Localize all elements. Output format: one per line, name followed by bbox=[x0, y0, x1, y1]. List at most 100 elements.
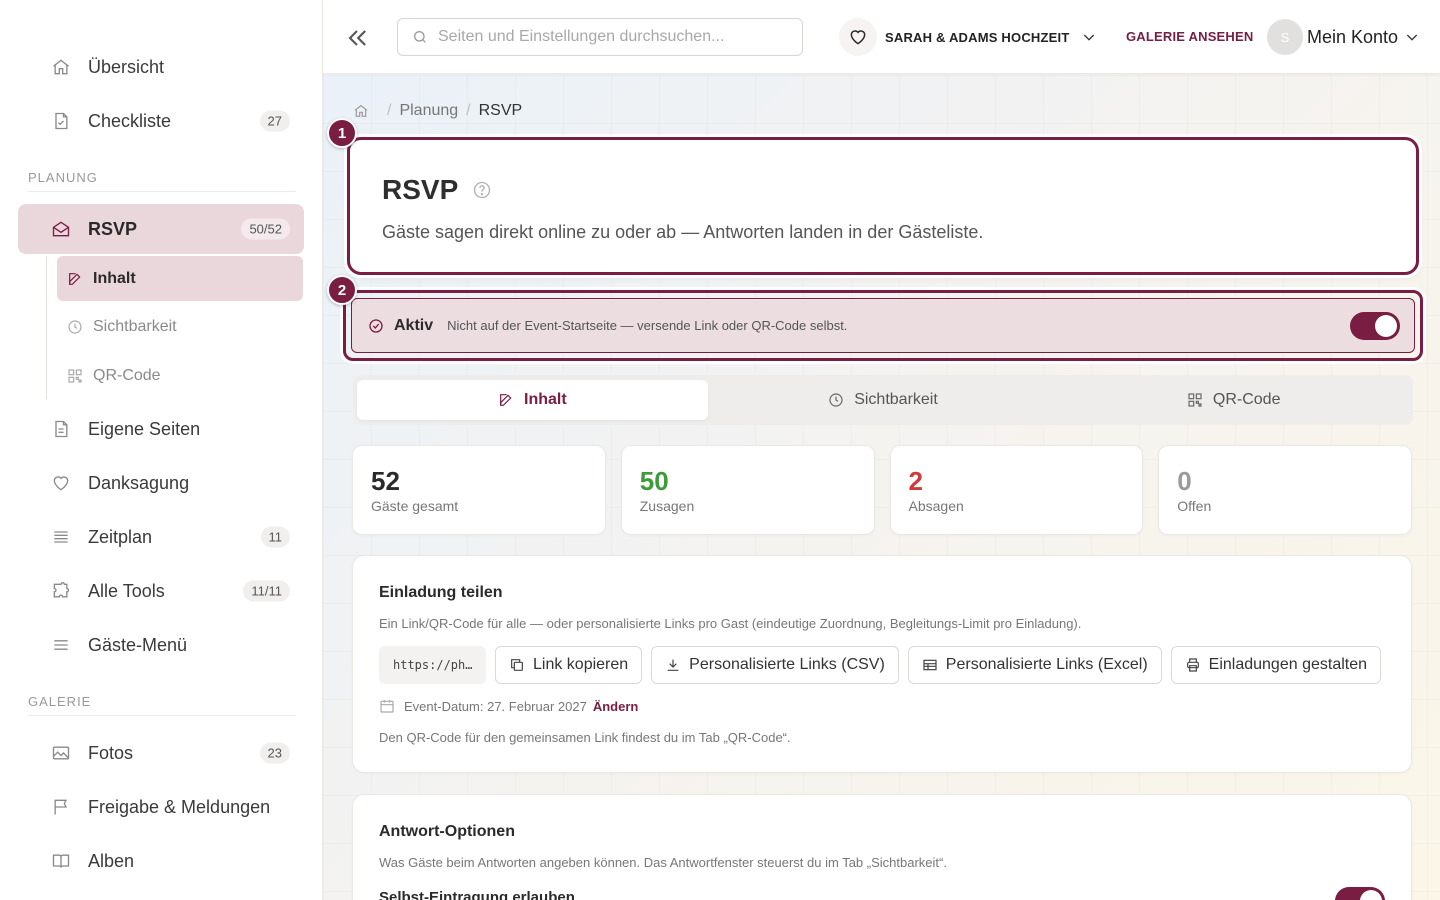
avatar: S bbox=[1267, 19, 1303, 55]
flag-icon bbox=[50, 796, 72, 818]
check-circle-icon bbox=[369, 318, 383, 333]
stat-caption: Offen bbox=[1177, 498, 1212, 514]
copy-link-button[interactable]: Link kopieren bbox=[495, 646, 643, 684]
sidebar-subitem-label: QR-Code bbox=[93, 367, 161, 384]
tab-qr-code[interactable]: QR-Code bbox=[1058, 380, 1409, 420]
stat-card-total: 52 Gäste gesamt bbox=[352, 445, 606, 535]
clock-icon bbox=[829, 393, 843, 407]
calendar-icon bbox=[380, 700, 394, 713]
edit-icon bbox=[500, 394, 512, 406]
sidebar-item-eigene-seiten[interactable]: Eigene Seiten bbox=[18, 402, 304, 456]
stat-value: 2 bbox=[908, 466, 923, 496]
stat-value: 52 bbox=[371, 466, 400, 496]
sidebar-subitem-qr-code[interactable]: QR-Code bbox=[57, 353, 303, 399]
view-gallery-link[interactable]: GALERIE ANSEHEN bbox=[1126, 29, 1253, 44]
search-icon bbox=[412, 29, 428, 45]
sidebar-subitem-label: Inhalt bbox=[93, 269, 136, 287]
sidebar-item-rsvp[interactable]: RSVP 50/52 bbox=[18, 204, 304, 254]
sidebar-item-label: Fotos bbox=[88, 742, 134, 763]
count-badge: 50/52 bbox=[241, 218, 290, 240]
collapse-sidebar-button[interactable] bbox=[343, 24, 371, 52]
menu-icon bbox=[50, 634, 72, 656]
main-content: / Planung / RSVP RSVP Gäste sagen direkt… bbox=[323, 75, 1440, 900]
sidebar-item-gaeste-menue[interactable]: Gäste-Menü bbox=[18, 618, 304, 672]
heart-icon bbox=[50, 472, 72, 494]
sidebar-item-label: Eigene Seiten bbox=[88, 418, 201, 439]
invitation-url[interactable]: https://ph… bbox=[379, 646, 486, 684]
sidebar-item-danksagung[interactable]: Danksagung bbox=[18, 456, 304, 510]
export-excel-button[interactable]: Personalisierte Links (Excel) bbox=[907, 646, 1162, 684]
stat-caption: Gäste gesamt bbox=[371, 498, 459, 514]
top-bar: SARAH & ADAMS HOCHZEIT GALERIE ANSEHEN S… bbox=[323, 0, 1440, 74]
sidebar-item-freigabe-meldungen[interactable]: Freigabe & Meldungen bbox=[18, 780, 304, 834]
printer-icon bbox=[1186, 658, 1199, 672]
heart-icon bbox=[839, 18, 877, 56]
count-badge: 27 bbox=[259, 110, 290, 132]
card-description: Ein Link/QR-Code für alle — oder persona… bbox=[379, 616, 1082, 631]
home-icon bbox=[50, 56, 72, 78]
page-description: Gäste sagen direkt online zu oder ab — A… bbox=[382, 222, 984, 242]
tab-label: Sichtbarkeit bbox=[854, 391, 938, 408]
search-field[interactable] bbox=[397, 18, 803, 56]
design-invitations-button[interactable]: Einladungen gestalten bbox=[1170, 646, 1382, 684]
account-menu[interactable]: S Mein Konto bbox=[1267, 19, 1420, 55]
home-icon[interactable] bbox=[353, 103, 369, 119]
sidebar-item-label: RSVP bbox=[88, 218, 138, 239]
card-description: Was Gäste beim Antworten angeben können.… bbox=[379, 855, 947, 870]
step-marker-2: 2 bbox=[327, 275, 357, 305]
sidebar-subitem-inhalt[interactable]: Inhalt bbox=[57, 256, 303, 301]
document-check-icon bbox=[50, 110, 72, 132]
sidebar-item-label: Zeitplan bbox=[88, 526, 153, 547]
breadcrumb-current: RSVP bbox=[478, 102, 523, 119]
self-registration-label: Selbst-Eintragung erlauben bbox=[379, 889, 575, 900]
tab-label: Inhalt bbox=[524, 391, 567, 408]
button-label: Personalisierte Links (CSV) bbox=[689, 656, 885, 673]
change-date-link[interactable]: Ändern bbox=[593, 699, 639, 714]
qr-code-hint: Den QR-Code für den gemeinsamen Link fin… bbox=[379, 730, 791, 745]
sidebar-item-label: Gäste-Menü bbox=[88, 634, 188, 655]
copy-icon bbox=[511, 659, 523, 671]
stats-row: 52 Gäste gesamt 50 Zusagen 2 Absagen 0 O… bbox=[352, 445, 1412, 535]
event-name: SARAH & ADAMS HOCHZEIT bbox=[885, 29, 1070, 45]
tab-sichtbarkeit[interactable]: Sichtbarkeit bbox=[708, 380, 1059, 420]
breadcrumb-planung[interactable]: Planung bbox=[399, 102, 458, 120]
stat-card-accepted: 50 Zusagen bbox=[620, 445, 875, 535]
rsvp-active-toggle[interactable] bbox=[1350, 311, 1400, 340]
event-date-row: Event-Datum: 27. Februar 2027 Ändern bbox=[379, 698, 638, 714]
event-switcher[interactable]: SARAH & ADAMS HOCHZEIT bbox=[839, 18, 1097, 56]
search-input[interactable] bbox=[438, 28, 778, 46]
qr-code-icon bbox=[67, 368, 83, 384]
sidebar-item-alben[interactable]: Alben bbox=[18, 834, 304, 888]
sidebar-item-checkliste[interactable]: Checkliste 27 bbox=[18, 94, 304, 148]
sidebar-item-fotos[interactable]: Fotos 23 bbox=[18, 726, 304, 780]
stat-card-declined: 2 Absagen bbox=[889, 445, 1144, 535]
sidebar-item-label: Alben bbox=[88, 850, 135, 871]
tab-label: QR-Code bbox=[1212, 391, 1281, 408]
tab-inhalt[interactable]: Inhalt bbox=[357, 380, 708, 420]
help-icon[interactable] bbox=[472, 180, 492, 200]
list-icon bbox=[50, 526, 72, 548]
export-csv-button[interactable]: Personalisierte Links (CSV) bbox=[651, 646, 899, 684]
self-registration-toggle[interactable] bbox=[1335, 887, 1385, 900]
share-actions: https://ph… Link kopieren Personalisiert… bbox=[379, 646, 1382, 684]
sidebar-item-alle-tools[interactable]: Alle Tools 11/11 bbox=[18, 564, 304, 618]
button-label: Einladungen gestalten bbox=[1208, 656, 1368, 673]
rsvp-sub-navigation: Inhalt Sichtbarkeit QR-Code bbox=[46, 256, 322, 399]
sidebar-item-zeitplan[interactable]: Zeitplan 11 bbox=[18, 510, 304, 564]
section-label-galerie: GALERIE bbox=[28, 694, 296, 716]
qr-code-icon bbox=[1188, 393, 1202, 407]
account-label: Mein Konto bbox=[1307, 26, 1399, 47]
table-icon bbox=[923, 659, 937, 671]
card-title: Antwort-Optionen bbox=[379, 823, 515, 840]
puzzle-icon bbox=[50, 580, 72, 602]
sidebar-item-label: Freigabe & Meldungen bbox=[88, 796, 271, 817]
card-title: Einladung teilen bbox=[379, 584, 503, 601]
page-title: RSVP bbox=[382, 174, 459, 205]
sidebar-subitem-sichtbarkeit[interactable]: Sichtbarkeit bbox=[57, 304, 303, 350]
sidebar-subitem-label: Sichtbarkeit bbox=[93, 318, 177, 335]
sidebar-item-uebersicht[interactable]: Übersicht bbox=[18, 40, 304, 94]
sidebar-item-label: Danksagung bbox=[88, 472, 190, 493]
event-date: Event-Datum: 27. Februar 2027 bbox=[404, 698, 587, 714]
count-badge: 23 bbox=[259, 742, 290, 764]
envelope-open-icon bbox=[50, 218, 72, 240]
